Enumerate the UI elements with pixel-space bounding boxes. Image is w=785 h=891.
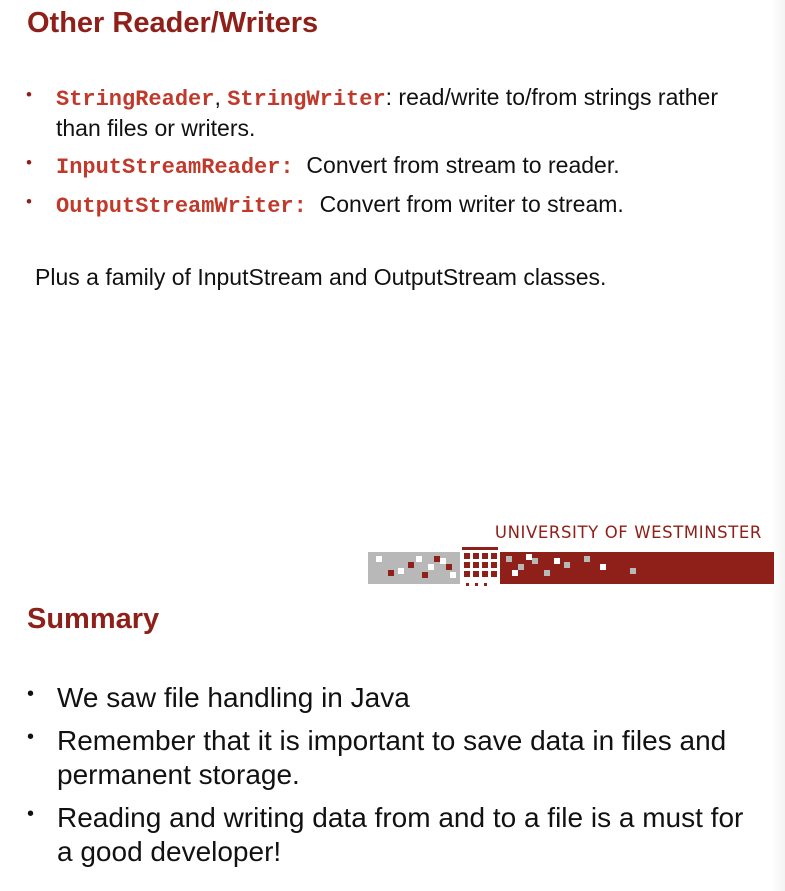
code-term: InputStreamReader: — [56, 155, 294, 180]
item-text: Remember that it is important to save da… — [57, 725, 727, 790]
university-logo: UNIVERSITY OF WESTMINSTER — [368, 520, 774, 592]
logo-mark-icon — [368, 547, 774, 586]
note-text: Plus a family of InputStream and OutputS… — [35, 264, 607, 290]
bullet-icon: • — [26, 192, 32, 211]
code-term: StringWriter — [227, 87, 386, 112]
item-text: Convert from writer to stream. — [306, 191, 624, 217]
bullet-icon: • — [27, 726, 35, 748]
code-term: OutputStreamWriter: — [56, 194, 307, 219]
item-text: Reading and writing data from and to a f… — [57, 802, 744, 867]
item-text: We saw file handling in Java — [57, 682, 410, 713]
reader-writer-list: • StringReader, StringWriter: read/write… — [26, 83, 766, 229]
slide-title: Other Reader/Writers — [27, 7, 319, 39]
page-edge-shadow — [771, 0, 785, 891]
bullet-icon: • — [26, 85, 32, 104]
summary-list: • We saw file handling in Java • Remembe… — [27, 681, 757, 878]
list-item: • OutputStreamWriter: Convert from write… — [26, 190, 766, 221]
bullet-icon: • — [26, 153, 32, 172]
summary-title: Summary — [27, 603, 160, 635]
list-item: • We saw file handling in Java — [27, 681, 757, 715]
list-item: • InputStreamReader: Convert from stream… — [26, 151, 766, 182]
list-item: • StringReader, StringWriter: read/write… — [26, 83, 766, 143]
item-text: Convert from stream to reader. — [293, 152, 620, 178]
bullet-icon: • — [27, 803, 35, 825]
separator: , — [214, 84, 228, 110]
bullet-icon: • — [27, 683, 35, 705]
list-item: • Remember that it is important to save … — [27, 724, 757, 792]
code-term: StringReader — [56, 87, 215, 112]
list-item: • Reading and writing data from and to a… — [27, 801, 757, 869]
